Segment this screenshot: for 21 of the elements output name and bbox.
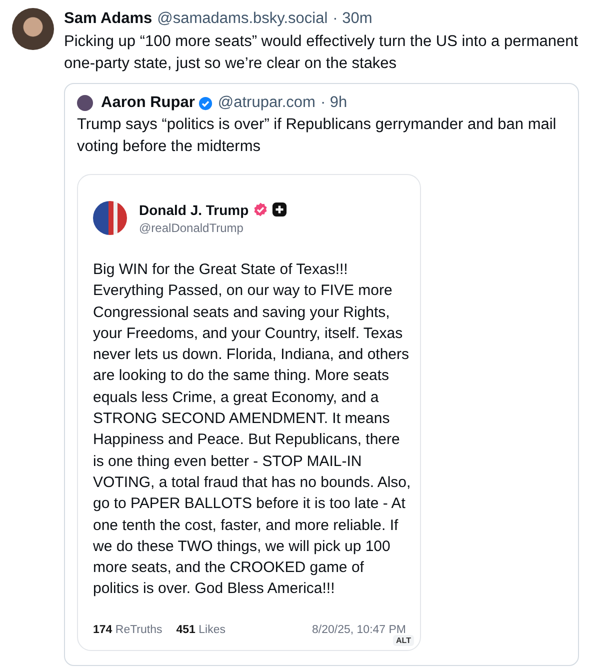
avatar (77, 95, 93, 111)
stat-count: 174 ReTruths (93, 624, 162, 636)
quote-card[interactable] (64, 83, 579, 666)
post-text: Picking up “100 more seats” would effectively turn the US into a permanent one-party state, just so we’re clear on the stakes (64, 32, 579, 74)
quote-text: Trump says “politics is over” if Republicans gerrymander and ban mail voting before the midterms (77, 115, 558, 157)
embedded-screenshot[interactable] (77, 174, 421, 651)
alt-badge[interactable]: ALT (393, 634, 414, 646)
avatar[interactable] (12, 8, 54, 50)
author-name: Donald J. Trump (139, 202, 249, 218)
stat-count: 451 Likes (176, 624, 226, 636)
post-time: · 9h (320, 94, 348, 112)
post-time: · 30m (332, 9, 372, 29)
avatar (93, 201, 127, 235)
truth-text: Big WIN for the Great State of Texas!!! Everything Passed, on our way to FIVE more Congressional seats and saving your Rights, your Freedoms, and your Country, itself. Texas never lets us down. Florida, Indiana, and others are looking to do the same thing. More seats equals less Crime, a great Economy, and a STRONG SECOND AMENDMENT. It means Happiness and Peace. But Republicans, there is one thing even better - STOP MAIL-IN VOTING, a total fraud that has no bounds. Also, go to PAPER BALLOTS before it is too late - At one tenth the cost, faster, and more reliable. If we do these TWO things, we will pick up 100 more seats, and the CROOKED game of politics is over. God Bless America!!! (93, 260, 411, 600)
author-handle[interactable]: @samadams.bsky.social (157, 9, 328, 29)
plus-icon (272, 202, 287, 217)
author-handle: @realDonaldTrump (139, 220, 244, 234)
author-name: Aaron Rupar (101, 94, 195, 112)
author-name[interactable]: Sam Adams (64, 9, 152, 29)
author-handle: @atrupar.com (218, 94, 316, 112)
post-date: 8/20/25, 10:47 PM (312, 624, 406, 636)
